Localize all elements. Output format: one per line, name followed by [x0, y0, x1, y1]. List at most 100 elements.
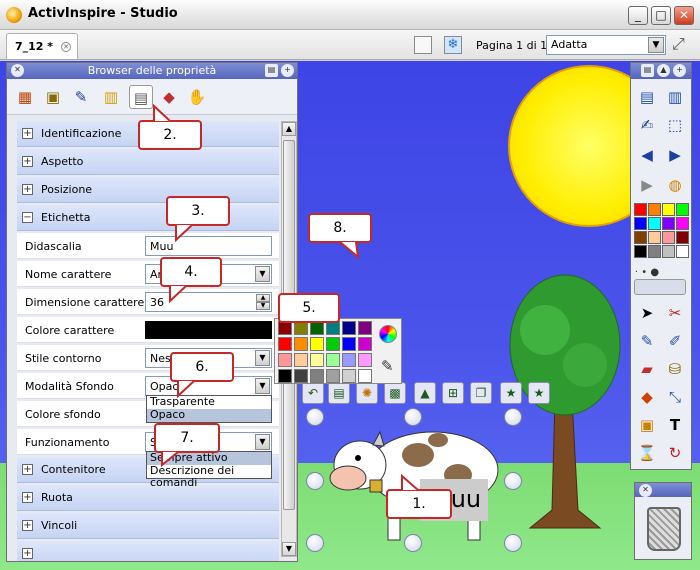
page-browser-icon[interactable]	[414, 36, 432, 54]
toolbox-color-swatch[interactable]	[648, 245, 661, 258]
toolbox-color-swatch[interactable]	[662, 231, 675, 244]
collapse-icon[interactable]: ▲	[657, 64, 670, 77]
browsers-icon[interactable]: ▥	[662, 85, 688, 109]
dock-icon[interactable]: ▤	[641, 64, 654, 77]
toolbox-color-swatch[interactable]	[634, 245, 647, 258]
toolbox-color-swatch[interactable]	[676, 231, 689, 244]
font-size-spinner[interactable]: 36 ▲ ▼	[145, 292, 272, 312]
option-opaco[interactable]: Opaco	[147, 409, 271, 422]
object-browser-tab-icon[interactable]: ✎	[69, 85, 93, 109]
trash-can-icon[interactable]	[647, 507, 681, 551]
next-page-icon[interactable]: ▶	[662, 143, 688, 167]
resize-handle[interactable]	[306, 472, 324, 490]
snowflake-icon[interactable]: ❄	[444, 36, 462, 54]
palette-color-swatch[interactable]	[326, 321, 340, 335]
resize-handle[interactable]	[404, 534, 422, 552]
select-arrow-icon[interactable]: ➤	[634, 301, 660, 325]
palette-color-swatch[interactable]	[294, 321, 308, 335]
minimize-button[interactable]: _	[628, 6, 648, 25]
chevron-down-icon[interactable]: ▼	[255, 266, 270, 282]
zoom-select[interactable]: Adatta ▼	[546, 35, 666, 55]
eraser-icon[interactable]: ▰	[634, 357, 660, 381]
close-button[interactable]: ✕	[674, 6, 694, 25]
toolbox-color-swatch[interactable]	[634, 217, 647, 230]
toolbox-color-swatch[interactable]	[676, 203, 689, 216]
section-vincoli[interactable]: + Vincoli	[17, 513, 279, 539]
palette-color-swatch[interactable]	[310, 369, 324, 383]
collapse-icon[interactable]: −	[22, 212, 33, 223]
page-browser-tab-icon[interactable]: ▦	[13, 85, 37, 109]
toolbox-color-swatch[interactable]	[648, 203, 661, 216]
document-tab[interactable]: 7_12 * ✕	[6, 33, 78, 59]
toolbox-color-swatch[interactable]	[676, 217, 689, 230]
section-posizione[interactable]: + Posizione	[17, 177, 279, 203]
desktop-annotate-icon[interactable]: ⬚	[662, 113, 688, 137]
chevron-down-icon[interactable]: ▼	[255, 378, 270, 394]
palette-color-swatch[interactable]	[310, 353, 324, 367]
toolbox-color-swatch[interactable]	[676, 245, 689, 258]
expand-icon[interactable]: +	[22, 184, 33, 195]
section-ruota[interactable]: + Ruota	[17, 485, 279, 511]
fullscreen-icon[interactable]: ⤢	[672, 36, 692, 54]
play-icon[interactable]: ▶	[634, 173, 660, 197]
width-slider[interactable]	[634, 279, 686, 295]
palette-color-swatch[interactable]	[342, 369, 356, 383]
resize-handle[interactable]	[504, 472, 522, 490]
close-icon[interactable]: ✕	[639, 484, 652, 497]
grid-icon[interactable]: ⊞	[442, 382, 464, 404]
spin-down-icon[interactable]: ▼	[256, 302, 270, 310]
toolbox-color-swatch[interactable]	[648, 231, 661, 244]
connector-icon[interactable]: ⤡	[662, 385, 688, 409]
palette-color-swatch[interactable]	[358, 321, 372, 335]
eyedropper-icon[interactable]: ✎	[381, 357, 394, 375]
toolbox-color-swatch[interactable]	[634, 231, 647, 244]
highlighter-icon[interactable]: ✐	[662, 329, 688, 353]
shape-icon[interactable]: ◆	[634, 385, 660, 409]
resource-browser-tab-icon[interactable]: ▣	[41, 85, 65, 109]
toolbox-color-swatch[interactable]	[662, 217, 675, 230]
palette-color-swatch[interactable]	[326, 353, 340, 367]
notes-browser-tab-icon[interactable]: ▥	[99, 85, 123, 109]
rotate-handle[interactable]	[504, 534, 522, 552]
resize-handle[interactable]	[306, 534, 324, 552]
copy-icon[interactable]: ❐	[470, 382, 492, 404]
palette-color-swatch[interactable]	[342, 337, 356, 351]
palette-color-swatch[interactable]	[294, 369, 308, 383]
dock-icon[interactable]: ▤	[265, 64, 278, 77]
tab-close-icon[interactable]: ✕	[61, 42, 71, 52]
chevron-down-icon[interactable]: ▼	[255, 350, 270, 366]
palette-color-swatch[interactable]	[358, 369, 372, 383]
chevron-down-icon[interactable]: ▼	[648, 37, 664, 53]
palette-color-swatch[interactable]	[342, 353, 356, 367]
expand-icon[interactable]: +	[22, 156, 33, 167]
section-aspetto[interactable]: + Aspetto	[17, 149, 279, 175]
signature-icon[interactable]: ✍	[634, 113, 660, 137]
previous-page-icon[interactable]: ◀	[634, 143, 660, 167]
palette-color-swatch[interactable]	[310, 337, 324, 351]
toolbox-color-swatch[interactable]	[662, 245, 675, 258]
palette-color-swatch[interactable]	[278, 353, 292, 367]
globe-icon[interactable]: ◍	[662, 173, 688, 197]
expand-icon[interactable]: +	[22, 492, 33, 503]
voting-browser-tab-icon[interactable]: ✋	[185, 85, 209, 109]
toolbox-color-swatch[interactable]	[634, 203, 647, 216]
toolbox-color-swatch[interactable]	[662, 203, 675, 216]
spin-up-icon[interactable]: ▲	[256, 294, 270, 302]
layer-icon[interactable]: ▩	[384, 382, 406, 404]
expand-icon[interactable]: +	[22, 128, 33, 139]
palette-color-swatch[interactable]	[294, 337, 308, 351]
close-icon[interactable]: ✕	[11, 64, 24, 77]
tools-icon[interactable]: ✂	[662, 301, 688, 325]
star-icon[interactable]: ★	[500, 382, 522, 404]
resize-handle[interactable]	[306, 408, 324, 426]
palette-color-swatch[interactable]	[358, 353, 372, 367]
main-menu-icon[interactable]: ▤	[634, 85, 660, 109]
palette-color-swatch[interactable]	[278, 321, 292, 335]
pin-icon[interactable]: +	[673, 64, 686, 77]
color-wheel-icon[interactable]	[379, 325, 397, 343]
palette-color-swatch[interactable]	[326, 337, 340, 351]
toolbox-color-swatch[interactable]	[648, 217, 661, 230]
palette-color-swatch[interactable]	[310, 321, 324, 335]
sun-tool-icon[interactable]: ✺	[356, 382, 378, 404]
pen-icon[interactable]: ✎	[634, 329, 660, 353]
